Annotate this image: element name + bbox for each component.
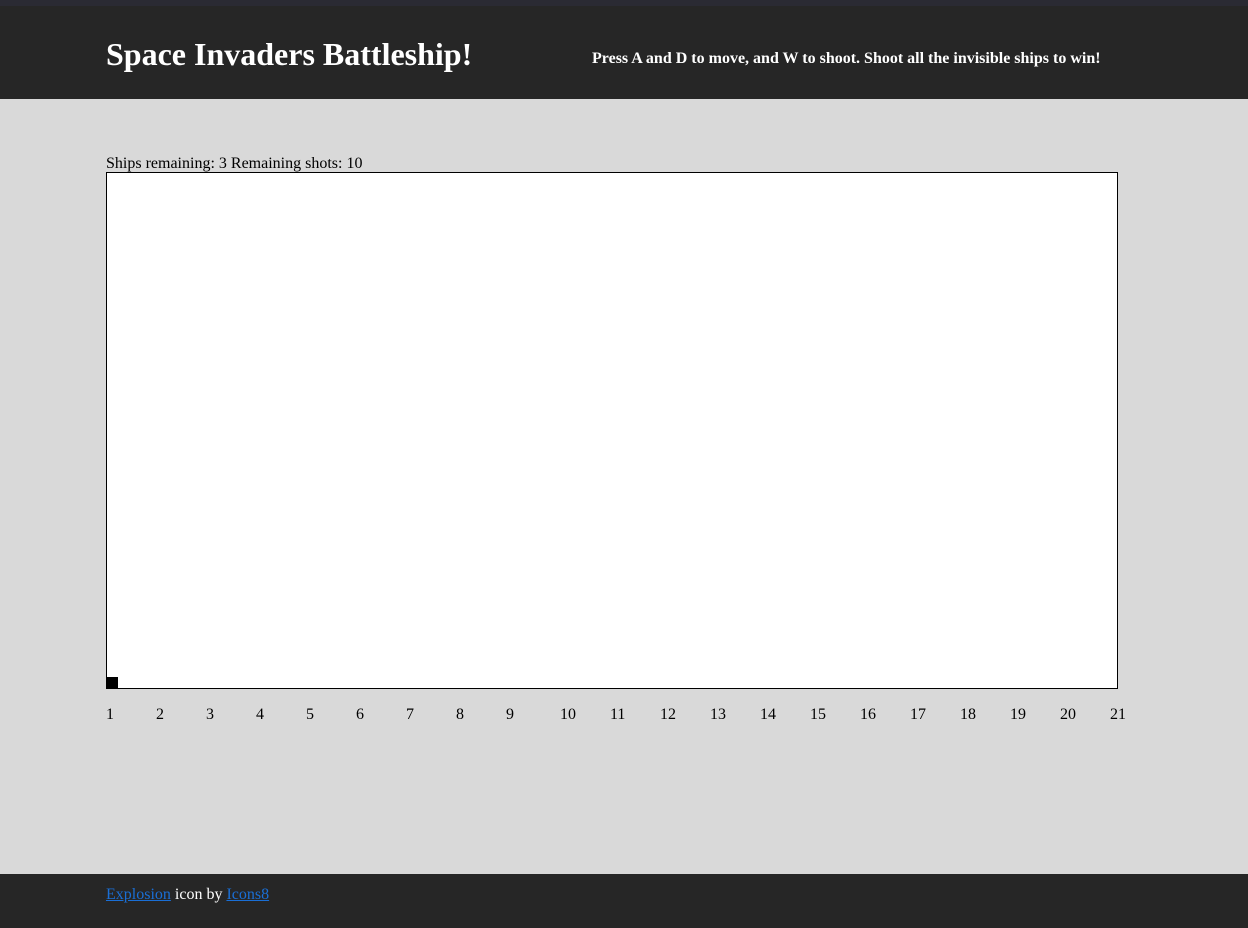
column-label: 7 [406,706,414,723]
column-label: 12 [660,706,676,723]
column-label: 18 [960,706,976,723]
game-status: Ships remaining: 3 Remaining shots: 10 [106,155,362,173]
column-label: 3 [206,706,214,723]
shots-remaining-label: Remaining shots: [230,155,343,172]
icon-by-text: icon by [170,886,227,903]
game-instructions: Press A and D to move, and W to shoot. S… [592,50,1101,67]
column-label: 20 [1060,706,1076,723]
page-footer: Explosion icon by Icons8 [0,874,1248,928]
column-label: 6 [356,706,364,723]
column-label: 17 [910,706,926,723]
icons8-link[interactable]: Icons8 [226,886,269,903]
column-labels: 1 2 3 4 5 6 7 8 9 10 11 12 13 14 15 16 17 18 19 20 21 [106,705,1136,725]
explosion-link[interactable]: Explosion [106,886,171,903]
column-label: 5 [306,706,314,723]
column-label: 11 [610,706,626,723]
column-label: 14 [760,706,776,723]
column-label: 8 [456,706,464,723]
column-label: 13 [710,706,726,723]
page-title: Space Invaders Battleship! [106,36,473,72]
column-label: 19 [1010,706,1026,723]
column-label: 15 [810,706,826,723]
column-label: 2 [156,706,164,723]
column-label: 4 [256,706,264,723]
column-label: 9 [506,706,514,723]
player-ship [107,677,118,688]
shots-remaining-count: 10 [346,155,363,172]
column-label: 10 [560,706,576,723]
icon-credit: Explosion icon by Icons8 [106,885,269,905]
ships-remaining-count: 3 [218,155,227,172]
column-label: 16 [860,706,876,723]
column-label: 21 [1110,706,1126,723]
page-header: Space Invaders Battleship! Press A and D… [0,6,1248,99]
column-label: 1 [106,706,114,723]
ships-remaining-label: Ships remaining: [106,155,215,172]
game-board[interactable] [106,172,1118,689]
